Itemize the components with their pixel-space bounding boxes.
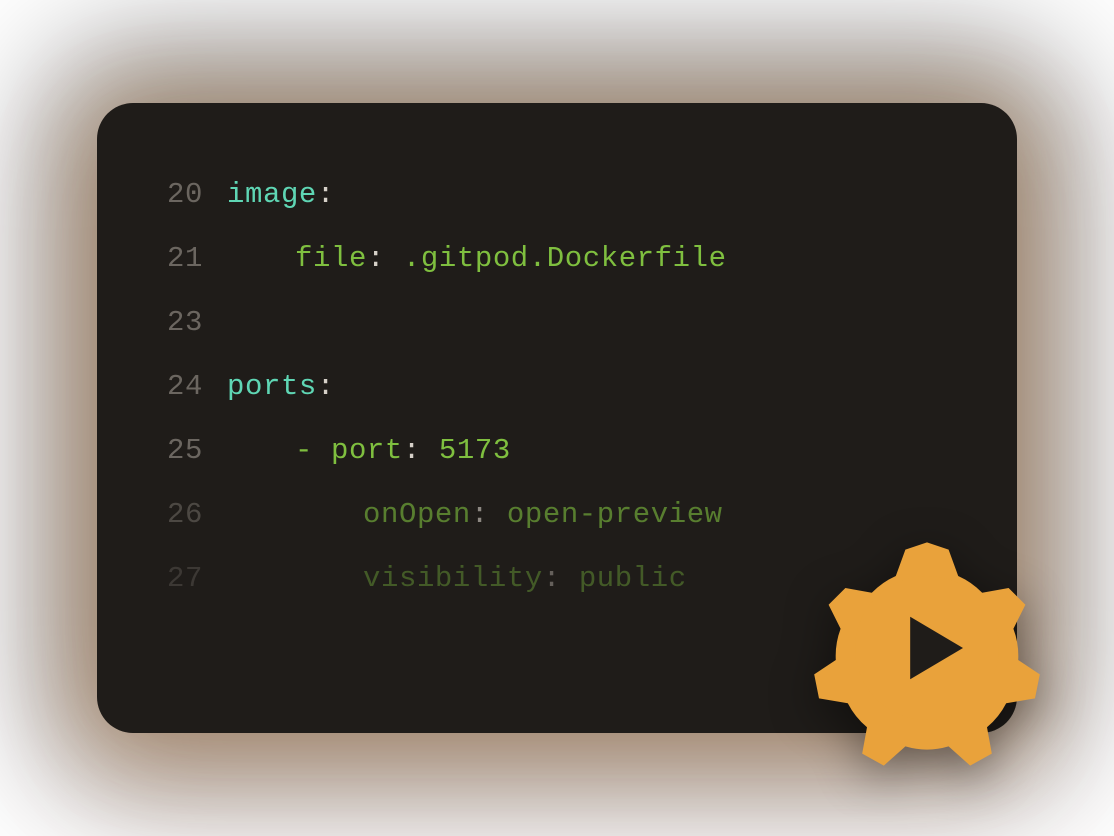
code-content: ports: xyxy=(227,355,335,419)
code-content: - port: 5173 xyxy=(227,419,511,483)
code-editor-card: 20image:21file: .gitpod.Dockerfile2324po… xyxy=(97,103,1017,733)
token-colon: : xyxy=(317,370,335,403)
token-dash: - xyxy=(295,434,331,467)
line-number: 21 xyxy=(157,227,227,291)
token-value: 5173 xyxy=(439,434,511,467)
gear-play-icon xyxy=(807,528,1047,768)
line-number: 20 xyxy=(157,163,227,227)
token-key: image xyxy=(227,178,317,211)
token-subkey: onOpen xyxy=(363,498,471,531)
line-number: 23 xyxy=(157,291,227,355)
line-number: 26 xyxy=(157,483,227,547)
code-content: visibility: public xyxy=(227,547,687,611)
token-subkey: visibility xyxy=(363,562,543,595)
token-colon: : xyxy=(367,242,403,275)
code-content: image: xyxy=(227,163,335,227)
token-value: open-preview xyxy=(507,498,723,531)
token-colon: : xyxy=(471,498,507,531)
code-line: 21file: .gitpod.Dockerfile xyxy=(157,227,947,291)
token-key: ports xyxy=(227,370,317,403)
token-colon: : xyxy=(317,178,335,211)
token-subkey: port xyxy=(331,434,403,467)
code-content: file: .gitpod.Dockerfile xyxy=(227,227,727,291)
token-value: public xyxy=(579,562,687,595)
code-line: 23 xyxy=(157,291,947,355)
line-number: 25 xyxy=(157,419,227,483)
code-content: onOpen: open-preview xyxy=(227,483,723,547)
token-colon: : xyxy=(403,434,439,467)
code-line: 25- port: 5173 xyxy=(157,419,947,483)
token-value: .gitpod.Dockerfile xyxy=(403,242,727,275)
code-line: 20image: xyxy=(157,163,947,227)
line-number: 24 xyxy=(157,355,227,419)
token-colon: : xyxy=(543,562,579,595)
token-subkey: file xyxy=(295,242,367,275)
line-number: 27 xyxy=(157,547,227,611)
code-line: 24ports: xyxy=(157,355,947,419)
